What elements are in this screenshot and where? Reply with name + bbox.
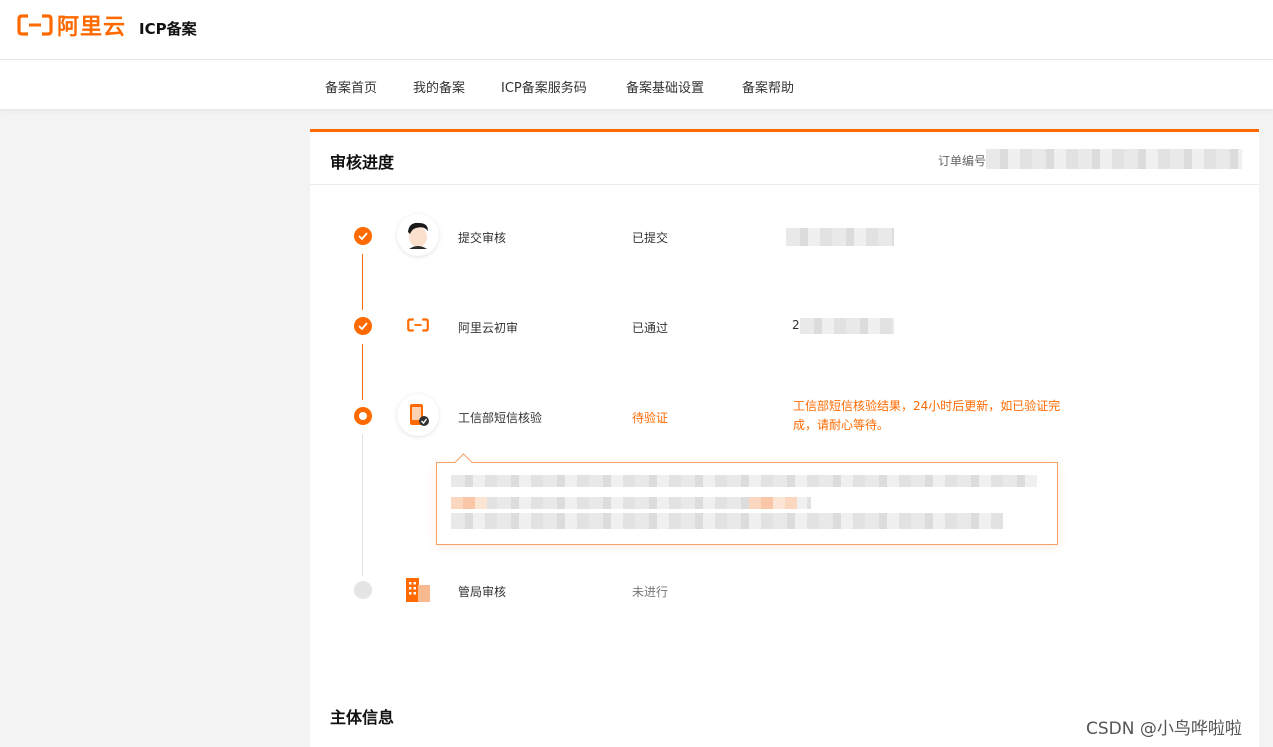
step-current-icon [354, 407, 372, 425]
redacted-highlight [451, 497, 487, 509]
step-pending-icon [354, 581, 372, 599]
phone-verify-icon [397, 394, 439, 436]
redacted-highlight [749, 497, 797, 509]
aliyun-logo-icon [17, 14, 53, 36]
section-title-subject-info: 主体信息 [330, 708, 395, 727]
step-name: 工信部短信核验 [458, 411, 543, 425]
watermark: CSDN @小鸟哗啦啦 [1086, 719, 1242, 739]
order-number-redacted [986, 149, 1242, 169]
nav-item-home[interactable]: 备案首页 [325, 77, 377, 96]
card-header: 审核进度 订单编号 [310, 132, 1259, 185]
nav-item-my-filings[interactable]: 我的备案 [413, 77, 465, 96]
step-name: 阿里云初审 [458, 321, 519, 335]
logo-text: 阿里云 [57, 15, 127, 40]
step-status: 已通过 [632, 321, 669, 335]
nav-item-service-code[interactable]: ICP备案服务码 [501, 77, 587, 96]
step-status: 已提交 [632, 231, 669, 245]
aliyun-logo[interactable]: 阿里云 [17, 11, 127, 40]
step-name: 提交审核 [458, 231, 507, 245]
review-progress-card: 审核进度 订单编号 提交审核 已提交 阿里云初审 已通过 2 工信部短信核验 待… [310, 129, 1259, 747]
step-name: 管局审核 [458, 585, 507, 599]
sms-verify-tip-popup [436, 462, 1058, 545]
step-done-icon [354, 317, 372, 335]
timeline-connector [362, 344, 363, 400]
nav-item-help[interactable]: 备案帮助 [742, 77, 794, 96]
main-nav: 备案首页 我的备案 ICP备案服务码 备案基础设置 备案帮助 [0, 60, 1273, 109]
aliyun-logo-icon [397, 304, 439, 346]
step-note: 工信部短信核验结果，24小时后更新，如已验证完成，请耐心等待。 [793, 399, 1061, 432]
redacted-text [451, 513, 1003, 529]
step-status: 待验证 [632, 411, 669, 425]
product-name: ICP备案 [139, 20, 197, 38]
timeline-connector [362, 434, 363, 576]
timeline-connector [362, 254, 363, 310]
building-icon [397, 568, 439, 610]
step-done-icon [354, 227, 372, 245]
redacted-value [800, 318, 894, 334]
top-bar: 阿里云 ICP备案 [0, 0, 1273, 60]
step-value-prefix: 2 [792, 318, 800, 332]
redacted-value [786, 228, 894, 246]
user-avatar-icon [397, 214, 439, 256]
card-title: 审核进度 [330, 153, 395, 172]
redacted-text [451, 475, 1037, 487]
nav-item-settings[interactable]: 备案基础设置 [626, 77, 704, 96]
order-number-label: 订单编号 [938, 154, 987, 168]
step-status: 未进行 [632, 585, 669, 599]
